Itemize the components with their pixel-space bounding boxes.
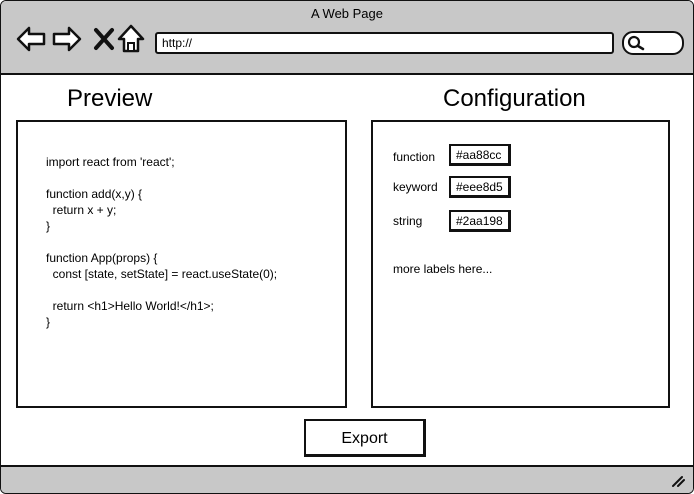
home-icon[interactable] xyxy=(115,23,147,55)
config-label-string: string xyxy=(393,214,423,228)
forward-arrow-icon[interactable] xyxy=(51,23,83,55)
more-labels-note: more labels here... xyxy=(393,262,493,276)
status-bar xyxy=(1,465,693,493)
code-preview: import react from 'react'; function add(… xyxy=(46,155,278,329)
config-input-keyword[interactable]: #eee8d5 xyxy=(449,176,511,198)
browser-window: A Web Page http:// Preview Configuration… xyxy=(0,0,694,494)
search-icon xyxy=(627,35,645,51)
preview-panel: import react from 'react'; function add(… xyxy=(16,120,347,408)
configuration-panel: function #aa88cc keyword #eee8d5 string … xyxy=(371,120,670,408)
config-input-string[interactable]: #2aa198 xyxy=(449,210,511,232)
resize-grip-icon[interactable] xyxy=(671,475,685,487)
config-label-function: function xyxy=(393,150,436,164)
export-button[interactable]: Export xyxy=(304,419,426,457)
back-arrow-icon[interactable] xyxy=(15,23,47,55)
config-input-function[interactable]: #aa88cc xyxy=(449,144,511,166)
address-bar[interactable]: http:// xyxy=(155,32,614,54)
window-title: A Web Page xyxy=(310,6,384,21)
preview-heading: Preview xyxy=(67,85,153,112)
search-field[interactable] xyxy=(622,31,684,55)
configuration-heading: Configuration xyxy=(443,85,586,112)
browser-toolbar: A Web Page http:// xyxy=(1,1,693,75)
config-label-keyword: keyword xyxy=(393,180,438,194)
